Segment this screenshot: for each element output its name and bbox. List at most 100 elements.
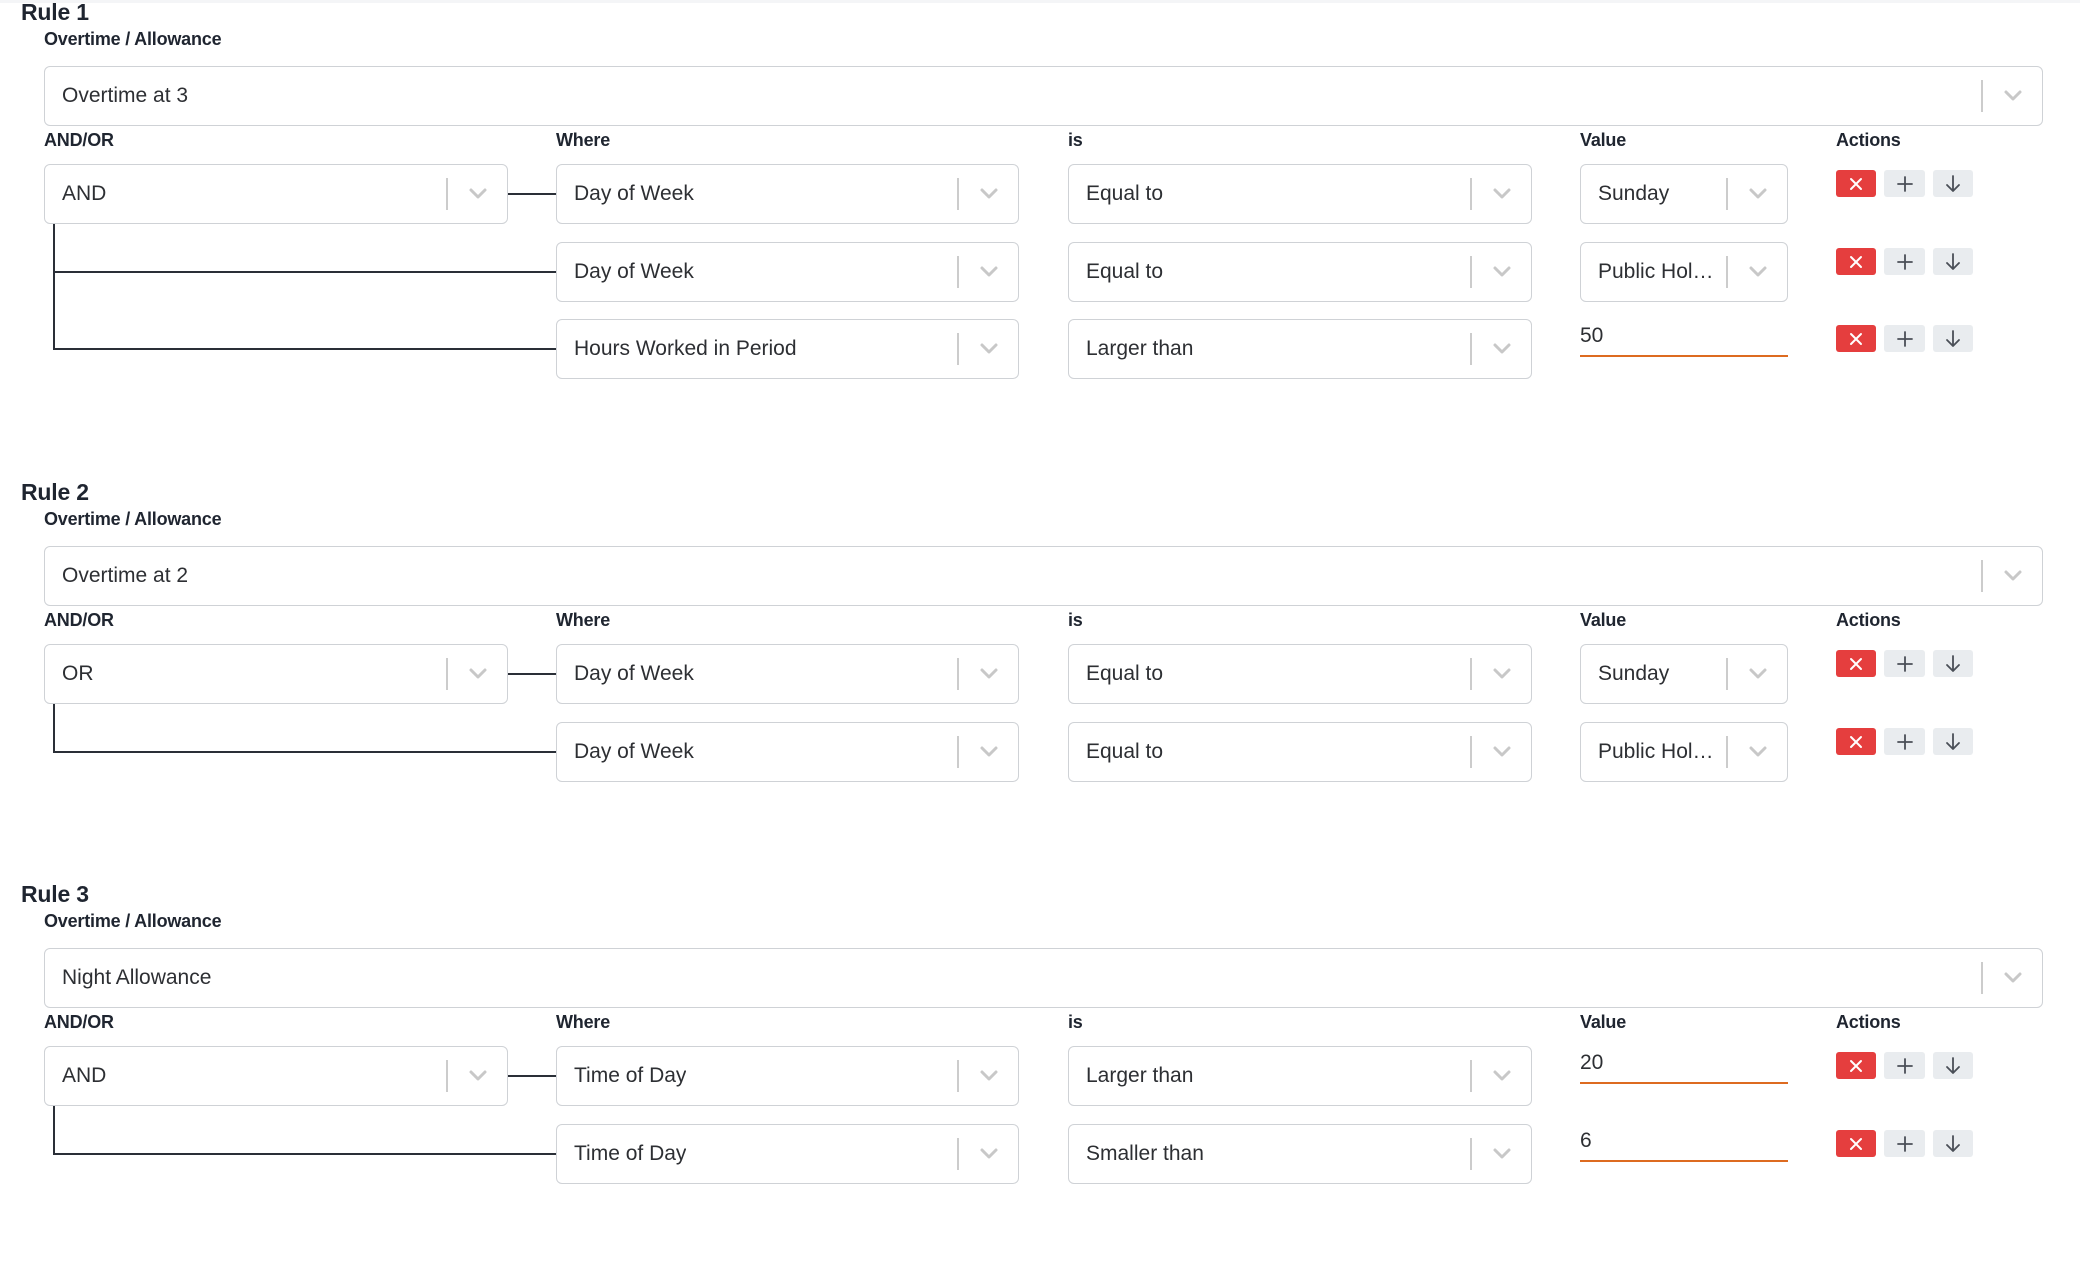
- category-select-value: Overtime at 3: [62, 84, 189, 107]
- dropdown-separator: [1470, 256, 1472, 288]
- is-select[interactable]: Equal to: [1068, 242, 1532, 302]
- chevron-down-icon[interactable]: [1743, 258, 1773, 286]
- value-select[interactable]: Sunday: [1580, 644, 1788, 704]
- dropdown-separator: [1726, 736, 1728, 768]
- rule-block: Rule 3 Overtime / Allowance Night Allowanc…: [0, 881, 2080, 1262]
- is-select-value: Larger than: [1086, 337, 1194, 360]
- is-select[interactable]: Equal to: [1068, 644, 1532, 704]
- chevron-down-icon[interactable]: [974, 1062, 1004, 1090]
- chevron-down-icon[interactable]: [1487, 1140, 1517, 1168]
- is-select[interactable]: Equal to: [1068, 164, 1532, 224]
- chevron-down-icon[interactable]: [1998, 964, 2028, 992]
- dropdown-separator: [1470, 1060, 1472, 1092]
- where-select[interactable]: Day of Week: [556, 644, 1019, 704]
- is-select-value: Equal to: [1086, 260, 1164, 283]
- where-select[interactable]: Day of Week: [556, 722, 1019, 782]
- chevron-down-icon[interactable]: [1743, 738, 1773, 766]
- add-condition-button[interactable]: [1884, 170, 1925, 197]
- andor-select[interactable]: AND: [44, 1046, 508, 1106]
- dropdown-separator: [1981, 962, 1983, 994]
- chevron-down-icon[interactable]: [974, 180, 1004, 208]
- is-select[interactable]: Equal to: [1068, 722, 1532, 782]
- arrow-down-icon: [1946, 329, 1960, 347]
- move-down-button[interactable]: [1933, 248, 1973, 275]
- plus-icon: [1896, 655, 1913, 672]
- add-condition-button[interactable]: [1884, 248, 1925, 275]
- chevron-down-icon[interactable]: [974, 335, 1004, 363]
- chevron-down-icon[interactable]: [974, 1140, 1004, 1168]
- chevron-down-icon[interactable]: [463, 180, 493, 208]
- value-input[interactable]: [1580, 317, 1788, 357]
- chevron-down-icon[interactable]: [1487, 738, 1517, 766]
- move-down-button[interactable]: [1933, 650, 1973, 677]
- delete-condition-button[interactable]: [1836, 1052, 1876, 1079]
- move-down-button[interactable]: [1933, 325, 1973, 352]
- andor-select[interactable]: OR: [44, 644, 508, 704]
- andor-select-value: AND: [62, 1064, 107, 1087]
- is-select-value: Smaller than: [1086, 1142, 1204, 1165]
- is-select[interactable]: Larger than: [1068, 319, 1532, 379]
- delete-condition-button[interactable]: [1836, 170, 1876, 197]
- value-select[interactable]: Public Holi…: [1580, 722, 1788, 782]
- add-condition-button[interactable]: [1884, 1130, 1925, 1157]
- chevron-down-icon[interactable]: [1487, 660, 1517, 688]
- chevron-down-icon[interactable]: [463, 1062, 493, 1090]
- dropdown-separator: [957, 658, 959, 690]
- chevron-down-icon[interactable]: [463, 660, 493, 688]
- close-icon: [1850, 177, 1862, 190]
- add-condition-button[interactable]: [1884, 650, 1925, 677]
- delete-condition-button[interactable]: [1836, 650, 1876, 677]
- chevron-down-icon[interactable]: [1487, 180, 1517, 208]
- dropdown-separator: [1981, 560, 1983, 592]
- chevron-down-icon[interactable]: [1743, 180, 1773, 208]
- where-select-value: Time of Day: [574, 1142, 687, 1165]
- move-down-button[interactable]: [1933, 170, 1973, 197]
- where-select-value: Day of Week: [574, 662, 694, 685]
- where-select[interactable]: Day of Week: [556, 164, 1019, 224]
- arrow-down-icon: [1946, 174, 1960, 192]
- delete-condition-button[interactable]: [1836, 248, 1876, 275]
- category-select[interactable]: Overtime at 2: [44, 546, 2043, 606]
- andor-select[interactable]: AND: [44, 164, 508, 224]
- arrow-down-icon: [1946, 1134, 1960, 1152]
- add-condition-button[interactable]: [1884, 1052, 1925, 1079]
- add-condition-button[interactable]: [1884, 728, 1925, 755]
- arrow-down-icon: [1946, 654, 1960, 672]
- close-icon: [1850, 657, 1862, 670]
- delete-condition-button[interactable]: [1836, 325, 1876, 352]
- value-input[interactable]: [1580, 1044, 1788, 1084]
- is-select[interactable]: Larger than: [1068, 1046, 1532, 1106]
- delete-condition-button[interactable]: [1836, 1130, 1876, 1157]
- move-down-button[interactable]: [1933, 1130, 1973, 1157]
- where-select[interactable]: Day of Week: [556, 242, 1019, 302]
- chevron-down-icon[interactable]: [974, 258, 1004, 286]
- category-select[interactable]: Overtime at 3: [44, 66, 2043, 126]
- move-down-button[interactable]: [1933, 728, 1973, 755]
- chevron-down-icon[interactable]: [1487, 258, 1517, 286]
- chevron-down-icon[interactable]: [1998, 82, 2028, 110]
- delete-condition-button[interactable]: [1836, 728, 1876, 755]
- connector-line: [53, 1106, 55, 1155]
- chevron-down-icon[interactable]: [1487, 1062, 1517, 1090]
- add-condition-button[interactable]: [1884, 325, 1925, 352]
- dropdown-separator: [1470, 178, 1472, 210]
- value-select[interactable]: Sunday: [1580, 164, 1788, 224]
- rule-title: Rule 3: [21, 881, 89, 907]
- category-select[interactable]: Night Allowance: [44, 948, 2043, 1008]
- chevron-down-icon[interactable]: [974, 660, 1004, 688]
- value-input[interactable]: [1580, 1122, 1788, 1162]
- where-select[interactable]: Time of Day: [556, 1046, 1019, 1106]
- category-label: Overtime / Allowance: [44, 911, 222, 931]
- chevron-down-icon[interactable]: [1998, 562, 2028, 590]
- chevron-down-icon[interactable]: [1487, 335, 1517, 363]
- where-select[interactable]: Time of Day: [556, 1124, 1019, 1184]
- dropdown-separator: [1981, 80, 1983, 112]
- chevron-down-icon[interactable]: [974, 738, 1004, 766]
- chevron-down-icon[interactable]: [1743, 660, 1773, 688]
- close-icon: [1850, 1059, 1862, 1072]
- value-select[interactable]: Public Holi…: [1580, 242, 1788, 302]
- is-select[interactable]: Smaller than: [1068, 1124, 1532, 1184]
- dropdown-separator: [1726, 256, 1728, 288]
- move-down-button[interactable]: [1933, 1052, 1973, 1079]
- where-select[interactable]: Hours Worked in Period: [556, 319, 1019, 379]
